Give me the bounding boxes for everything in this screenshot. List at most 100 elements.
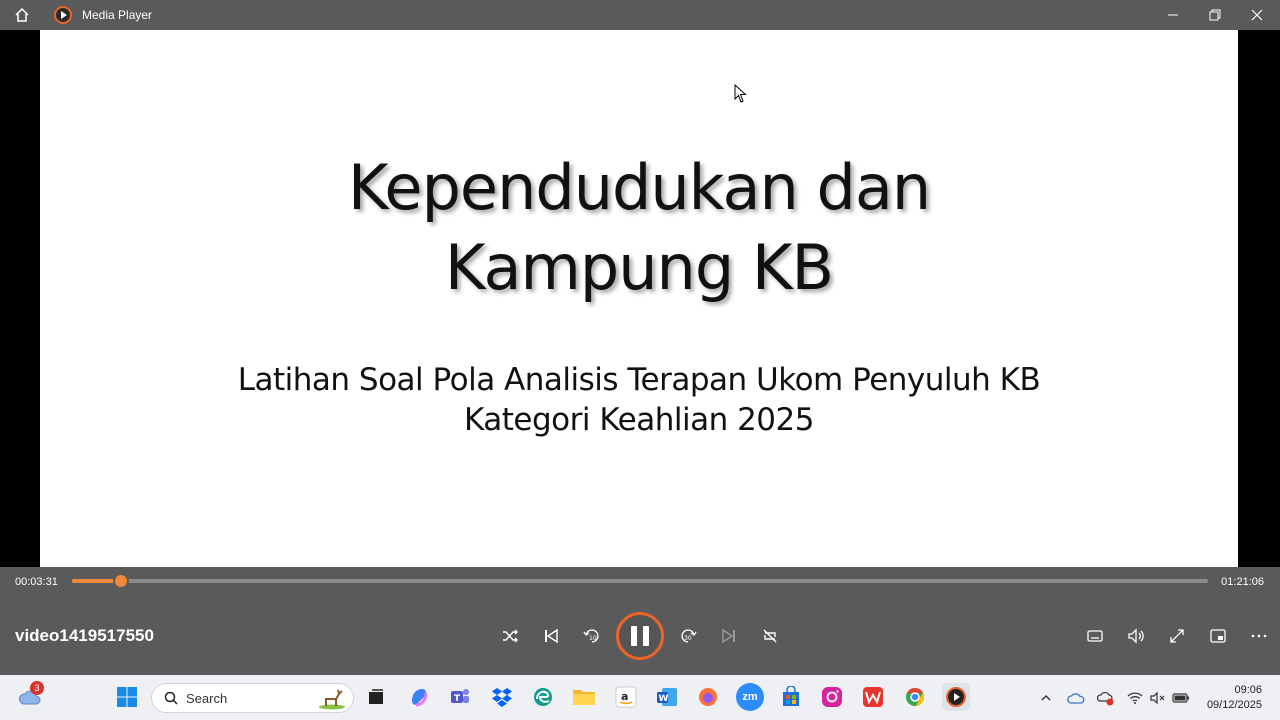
onedrive-tray[interactable] [1066, 688, 1086, 708]
show-hidden-icons-button[interactable] [1036, 688, 1056, 708]
rewind-10-icon: 10 [583, 629, 599, 643]
forward-30-button[interactable]: 30 [673, 621, 703, 651]
slide-subtitle-line-2: Kategori Keahlian 2025 [464, 402, 814, 438]
more-options-button[interactable] [1244, 621, 1274, 651]
store-icon [783, 686, 799, 706]
firefox-app[interactable] [694, 683, 722, 711]
svg-text:T: T [454, 694, 461, 704]
slide-title-line-1: Kependudukan dan [347, 151, 931, 224]
volume-tray[interactable] [1148, 688, 1168, 708]
copilot-icon [412, 689, 428, 707]
onedrive-icon [1067, 693, 1085, 704]
volume-button[interactable] [1121, 621, 1151, 651]
video-viewport[interactable]: Kependudukan dan Kampung KB Latihan Soal… [0, 30, 1280, 567]
task-view-icon [369, 689, 383, 704]
fullscreen-button[interactable] [1162, 621, 1192, 651]
seek-bar-thumb[interactable] [113, 573, 130, 589]
folder-icon [573, 690, 595, 705]
mini-player-icon [1210, 629, 1226, 643]
file-explorer-app[interactable] [570, 683, 598, 711]
slide-title-line-2: Kampung KB [444, 231, 834, 304]
svg-text:30: 30 [684, 635, 692, 642]
teams-icon: T [451, 689, 469, 704]
instagram-app[interactable] [818, 683, 846, 711]
fullscreen-icon [1170, 629, 1184, 643]
windows-logo-icon [117, 687, 137, 707]
wps-icon [863, 687, 883, 707]
media-player-icon [946, 687, 966, 707]
close-icon [1251, 9, 1263, 21]
amazon-app[interactable]: a [612, 683, 640, 711]
shuffle-button[interactable] [495, 621, 525, 651]
pause-icon-bar-right [643, 626, 649, 646]
repeat-button[interactable] [755, 621, 785, 651]
cloud-error-icon [1097, 691, 1114, 706]
restore-button[interactable] [1194, 0, 1236, 30]
shuffle-icon [503, 629, 518, 643]
slide-subtitle-line-1: Latihan Soal Pola Analisis Terapan Ukom … [237, 362, 1041, 398]
microsoft-store-app[interactable] [777, 683, 805, 711]
wps-office-app[interactable] [859, 683, 887, 711]
restore-icon [1209, 9, 1221, 21]
mouse-cursor-icon [734, 84, 747, 103]
chevron-up-icon [1041, 695, 1051, 701]
home-icon [15, 7, 29, 22]
chrome-icon [906, 688, 924, 706]
network-alert-tray[interactable] [1096, 688, 1116, 708]
window-titlebar: Media Player [0, 0, 1280, 30]
zoom-icon: zm [742, 691, 758, 703]
mini-player-button[interactable] [1203, 621, 1233, 651]
player-controls: 00:03:31 01:21:06 video1419517550 10 30 [0, 567, 1280, 675]
svg-text:a: a [621, 690, 628, 703]
rewind-10-button[interactable]: 10 [577, 621, 607, 651]
windows-taskbar: 3 Search T a W zm 09:06 09/12/2025 [0, 675, 1280, 720]
dropbox-app[interactable] [488, 683, 516, 711]
total-time: 01:21:06 [1221, 576, 1264, 588]
skip-next-icon [722, 628, 735, 644]
slide-title: Kependudukan dan Kampung KB [40, 148, 1238, 308]
zoom-app[interactable]: zm [736, 683, 764, 711]
next-button[interactable] [714, 621, 744, 651]
battery-tray[interactable] [1171, 688, 1191, 708]
pause-button[interactable] [616, 612, 664, 660]
video-frame-slide: Kependudukan dan Kampung KB Latihan Soal… [40, 30, 1238, 567]
pause-icon-bar-left [631, 626, 637, 646]
wifi-tray[interactable] [1125, 688, 1145, 708]
clock-date: 09/12/2025 [1206, 699, 1262, 711]
search-placeholder: Search [186, 690, 228, 706]
battery-charging-icon [1172, 693, 1189, 703]
svg-text:W: W [659, 694, 669, 704]
previous-button[interactable] [536, 621, 566, 651]
subtitles-icon [1087, 630, 1103, 642]
svg-text:10: 10 [589, 635, 597, 642]
current-time: 00:03:31 [15, 576, 58, 588]
taskbar-search-box[interactable]: Search [151, 683, 354, 713]
amazon-icon: a [615, 686, 637, 708]
media-player-taskbar-app[interactable] [942, 683, 970, 711]
seek-bar[interactable] [72, 573, 1208, 589]
chrome-app[interactable] [901, 683, 929, 711]
forward-30-icon: 30 [681, 629, 697, 643]
subtitles-button[interactable] [1080, 621, 1110, 651]
home-button[interactable] [0, 0, 44, 30]
wifi-icon [1127, 692, 1143, 704]
word-app[interactable]: W [653, 683, 681, 711]
skip-previous-icon [545, 628, 558, 644]
start-button[interactable] [113, 683, 141, 711]
system-clock[interactable]: 09:06 09/12/2025 [1207, 683, 1262, 713]
teams-app[interactable]: T [446, 683, 474, 711]
dropbox-icon [492, 688, 512, 707]
repeat-off-icon [763, 629, 777, 643]
close-button[interactable] [1236, 0, 1278, 30]
slide-subtitle: Latihan Soal Pola Analisis Terapan Ukom … [40, 360, 1238, 440]
volume-muted-icon [1150, 691, 1165, 705]
search-icon [164, 691, 178, 705]
volume-icon [1128, 628, 1144, 644]
edge-app[interactable] [529, 683, 557, 711]
minimize-button[interactable] [1152, 0, 1194, 30]
more-options-icon [1251, 634, 1267, 638]
task-view-button[interactable] [362, 683, 390, 711]
window-title: Media Player [82, 8, 153, 22]
word-icon: W [657, 688, 677, 706]
copilot-app[interactable] [405, 683, 433, 711]
